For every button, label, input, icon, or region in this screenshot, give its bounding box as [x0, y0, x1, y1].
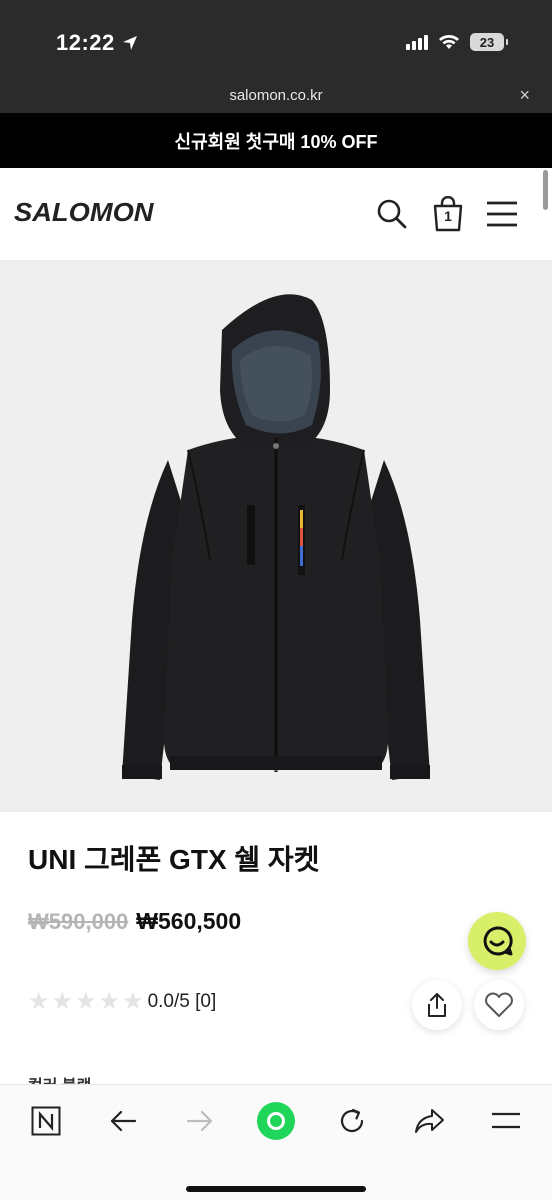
- promo-text: 신규회원 첫구매 10% OFF: [174, 131, 378, 152]
- navigation-arrow-icon: [122, 36, 137, 50]
- more-menu-icon: [492, 1112, 520, 1129]
- star-icon: ★: [122, 988, 144, 1015]
- star-icon: ★: [98, 988, 121, 1015]
- page: 12:22 23 salomon.co.kr × 신규회원 첫구매 10% OF…: [0, 0, 552, 1200]
- star-icon: ★: [51, 988, 74, 1015]
- more-menu-button[interactable]: [484, 1101, 528, 1141]
- cart-button[interactable]: 1: [428, 194, 468, 234]
- home-indicator[interactable]: [186, 1186, 366, 1192]
- salomon-logo[interactable]: SALOMON: [14, 197, 154, 228]
- star-icon: ★: [75, 988, 97, 1015]
- naver-button[interactable]: [24, 1101, 68, 1141]
- star-icon: ★: [28, 988, 50, 1015]
- share-icon: [428, 993, 446, 1017]
- heart-icon: [485, 992, 513, 1017]
- original-price: ₩590,000: [28, 909, 129, 934]
- home-orb-button[interactable]: [254, 1101, 298, 1141]
- share-arrow-icon: [415, 1109, 444, 1133]
- status-time: 12:22: [56, 30, 115, 55]
- battery-level: 23: [479, 34, 495, 50]
- naver-n-icon: [31, 1106, 61, 1136]
- browser-toolbar: [0, 1084, 552, 1200]
- jacket-illustration: [122, 294, 430, 780]
- url-text[interactable]: salomon.co.kr: [0, 87, 552, 104]
- reload-button[interactable]: [330, 1101, 374, 1141]
- status-bar: 12:22 23: [0, 0, 552, 82]
- url-bar[interactable]: salomon.co.kr ×: [0, 82, 552, 113]
- product-image[interactable]: [0, 260, 552, 812]
- chat-icon: [483, 926, 513, 956]
- menu-button[interactable]: [482, 194, 522, 234]
- search-button[interactable]: [372, 194, 412, 234]
- wifi-icon: [439, 35, 459, 49]
- price-group: ₩590,000 ₩560,500: [28, 908, 241, 935]
- product-rating[interactable]: ★ ★ ★ ★ ★ 0.0/5 [0]: [28, 990, 216, 1014]
- battery-icon: 23: [470, 33, 508, 51]
- sale-price: ₩560,500: [136, 908, 242, 934]
- cart-count: 1: [444, 208, 452, 224]
- rating-text: 0.0/5 [0]: [147, 991, 217, 1012]
- forward-icon: [186, 1110, 213, 1132]
- chat-button[interactable]: [468, 912, 526, 970]
- search-icon: [377, 199, 407, 229]
- product-title: UNI 그레폰 GTX 쉘 자켓: [28, 844, 320, 875]
- share-button[interactable]: [412, 980, 462, 1030]
- back-icon: [110, 1110, 137, 1132]
- site-header: SALOMON 1: [0, 168, 552, 260]
- reload-icon: [340, 1108, 364, 1133]
- share-page-button[interactable]: [407, 1101, 451, 1141]
- promo-banner[interactable]: 신규회원 첫구매 10% OFF: [0, 113, 552, 168]
- status-icons: 23: [406, 33, 508, 51]
- rating-stars: ★ ★ ★ ★ ★: [28, 990, 144, 1014]
- home-orb-icon: [257, 1102, 295, 1140]
- menu-icon: [487, 201, 517, 227]
- forward-button[interactable]: [178, 1101, 222, 1141]
- signal-icon: [406, 34, 428, 50]
- close-icon[interactable]: ×: [519, 85, 530, 106]
- back-button[interactable]: [101, 1101, 145, 1141]
- page-scrollbar[interactable]: [543, 170, 548, 210]
- status-time-group: 12:22: [56, 30, 139, 56]
- wishlist-button[interactable]: [474, 980, 524, 1030]
